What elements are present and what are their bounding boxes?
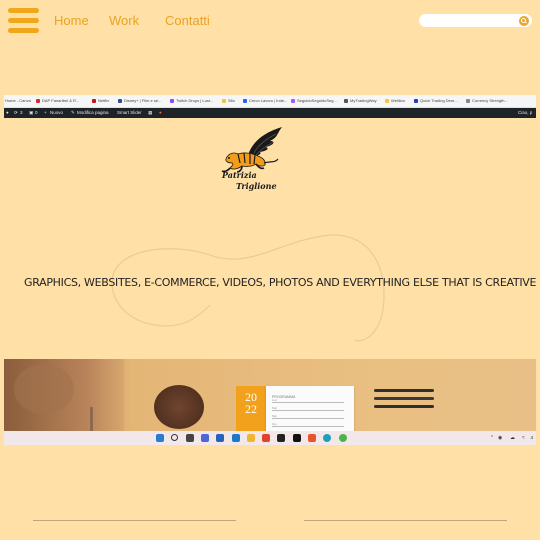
hamburger-bar [8,8,39,13]
new-button[interactable]: Nuovo [50,110,63,116]
bookmark-item[interactable]: Welilioo [385,98,405,104]
search-icon[interactable] [519,15,529,26]
volume-icon[interactable]: ♬ [530,435,535,441]
blurred-pen [90,407,93,431]
bookmark-item[interactable]: Quick Trading Dem... [414,98,458,104]
wifi-icon[interactable]: ≈ [522,435,525,441]
nav-contatti-link[interactable]: Contatti [165,13,210,28]
wooden-coaster [154,385,204,429]
bookmark-item[interactable]: Twitch Drops | Lust... [170,98,213,104]
file-explorer-icon[interactable] [247,434,255,442]
windows-taskbar: ⌃ ◉ ☁ ≈ ♬ [4,431,536,445]
bookmark-item[interactable]: SeguidoSeguidoSeg... [291,98,337,104]
bookmark-item[interactable]: MyTradingWay [344,98,377,104]
bookmarks-bar: Home - Canva DAP Fanartbel & R... Netfli… [4,95,536,108]
nav-work-link[interactable]: Work [109,13,139,28]
pen [374,405,434,408]
notebook-line [272,426,344,427]
pen [374,389,434,392]
wordpress-admin-bar: ● ⟳ 3 ▣ 0 + Nuovo ✎ Modifica pagina Smar… [4,108,536,118]
updates-count[interactable]: 3 [20,110,23,116]
blurred-shape [14,364,74,414]
bookmark-item[interactable]: Netflix [92,98,109,104]
comments-count[interactable]: 0 [35,110,38,116]
nav-home-link[interactable]: Home [54,13,89,28]
wordpress-logo-icon[interactable]: ● [6,110,9,116]
status-dot-icon: ● [159,110,162,115]
smart-slider-button[interactable]: Smart Slider [117,110,142,116]
account-greeting[interactable]: Ciao, p [518,110,532,116]
refresh-icon[interactable]: ⟳ [14,110,18,116]
bookmark-item[interactable]: Home - Canva [5,98,31,104]
notebook-line [272,410,344,411]
bookmark-item[interactable]: Sito [222,98,235,104]
pencil-icon: ✎ [71,110,75,115]
widgets-icon[interactable] [216,434,224,442]
plus-icon: + [44,110,47,115]
store-icon[interactable] [232,434,240,442]
pen [374,397,434,400]
logo-text-line-1: Patrizia [222,170,257,180]
tray-app-icon[interactable]: ◉ [498,435,502,441]
office-icon[interactable] [308,434,316,442]
bookmark-item[interactable]: DAP Fanartbel & R... [36,98,79,104]
hero-slider-image: 20 22 PROGRAMMA Lun Mar Mer Gio [4,359,536,431]
edit-page-button[interactable]: Modifica pagina [77,110,109,116]
comments-icon[interactable]: ▣ [29,110,33,116]
hamburger-bar [8,18,39,23]
hamburger-bar [8,28,39,33]
chat-icon[interactable] [201,434,209,442]
logo-text-line-2: Triglione [236,181,277,191]
task-view-icon[interactable] [186,434,194,442]
notebook-page: PROGRAMMA Lun Mar Mer Gio [266,386,354,431]
footer-divider [304,520,507,521]
bookmark-item[interactable]: Cerco Lavoro | Inde... [243,98,287,104]
calendar-cover: 20 22 [236,386,266,431]
firefox-icon[interactable] [262,434,270,442]
hamburger-menu-icon[interactable] [8,8,39,34]
terminal-icon[interactable] [293,434,301,442]
plugin-icon[interactable]: ▦ [148,110,152,116]
dropbox-icon[interactable] [277,434,285,442]
site-logo[interactable]: Patrizia Triglione [218,125,288,195]
tray-cloud-icon[interactable]: ☁ [510,435,515,441]
bookmark-item[interactable]: Disney+ | Film e sé... [118,98,161,104]
edge-icon[interactable] [323,434,331,442]
bookmark-item[interactable]: Currency Strength... [466,98,508,104]
search-icon[interactable] [171,434,178,441]
tray-chevron-icon[interactable]: ⌃ [490,435,494,441]
footer-divider [33,520,236,521]
site-tagline: Graphics, websites, e-commerce, videos, … [24,276,537,289]
start-icon[interactable] [156,434,164,442]
search-input[interactable] [419,14,532,27]
notebook-line [272,418,344,419]
chrome-icon[interactable] [339,434,347,442]
notebook-line [272,402,344,403]
